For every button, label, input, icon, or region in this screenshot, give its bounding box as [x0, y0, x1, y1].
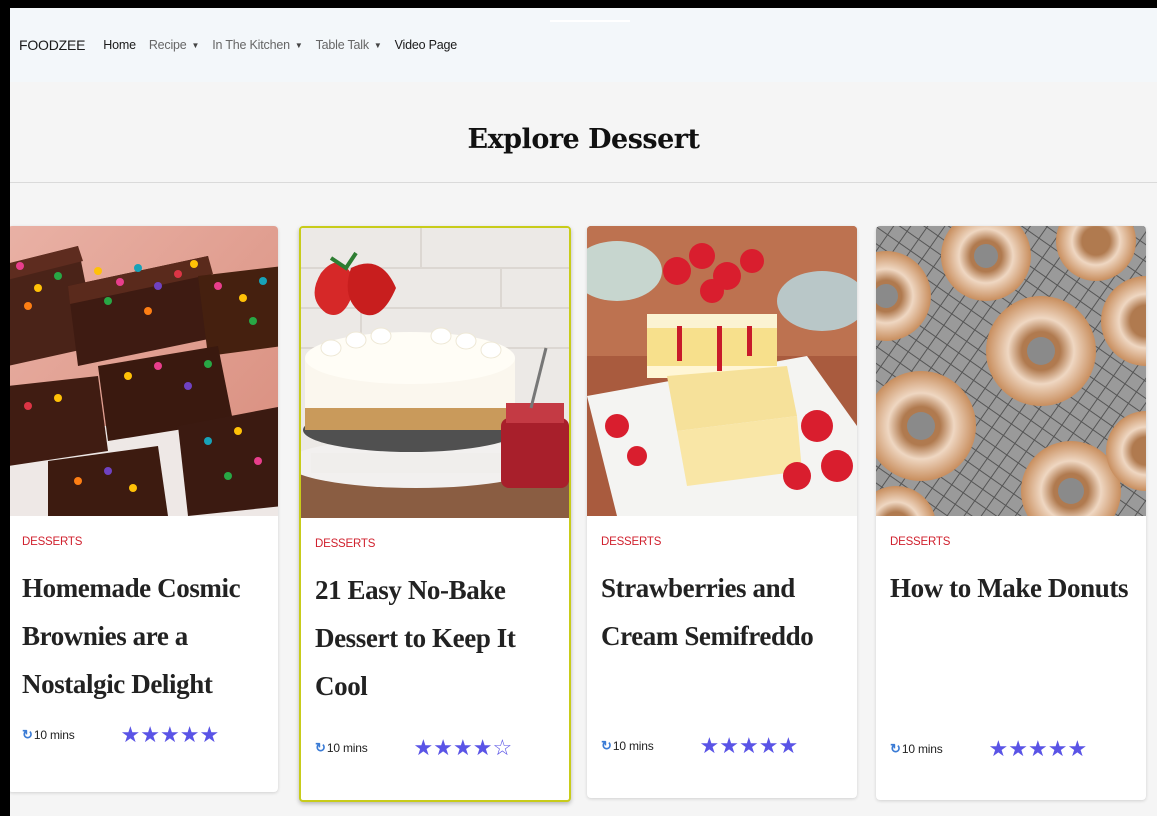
main-nav: Home Recipe ▼ In The Kitchen ▼ Table Talk ▼… [103, 38, 470, 52]
nav-home-label: Home [103, 38, 136, 52]
nav-table-talk[interactable]: Table Talk ▼ [316, 38, 382, 52]
cheesecake-photo [301, 228, 569, 518]
star-icon: ★ [1047, 736, 1068, 761]
recipe-card-donuts[interactable]: DESSERTS How to Make Donuts ↻ 10 mins ★ ★… [876, 226, 1146, 800]
star-icon: ★ [988, 736, 1009, 761]
page-title: Explore Dessert [467, 124, 701, 155]
star-icon: ★ [413, 735, 434, 760]
recipe-image-brownies[interactable] [10, 226, 278, 516]
card-category[interactable]: DESSERTS [22, 536, 82, 548]
brand-logo[interactable]: FOODZEE [19, 37, 85, 53]
rating-stars: ★ ★ ★ ★ ★ [700, 735, 799, 757]
nav-in-the-kitchen[interactable]: In The Kitchen ▼ [212, 38, 302, 52]
cook-time: 10 mins [326, 741, 368, 755]
card-title[interactable]: 21 Easy No-Bake Dessert to Keep It Cool [315, 566, 565, 710]
top-navbar: FOODZEE Home Recipe ▼ In The Kitchen ▼ Tab… [10, 8, 1157, 82]
recipe-card-brownies[interactable]: DESSERTS Homemade Cosmic Brownies are a … [10, 226, 278, 792]
star-icon: ★ [433, 735, 453, 760]
caret-down-icon: ▼ [294, 40, 303, 50]
caret-down-icon: ▼ [373, 40, 382, 50]
nav-home[interactable]: Home [103, 38, 136, 52]
clock-icon: ↻ [22, 727, 33, 742]
card-category[interactable]: DESSERTS [315, 538, 375, 550]
cook-time: 10 mins [612, 739, 654, 753]
cook-time: 10 mins [901, 742, 943, 756]
card-meta: ↻ 10 mins ★ ★ ★ ★ ☆ [315, 733, 565, 763]
recipe-image-donuts[interactable] [876, 226, 1146, 516]
star-icon: ★ [199, 722, 220, 747]
donuts-photo [876, 226, 1146, 516]
star-outline-icon: ☆ [492, 735, 513, 760]
rating-stars: ★ ★ ★ ★ ★ [121, 724, 220, 746]
star-icon: ★ [1028, 736, 1048, 761]
recipe-image-semifreddo[interactable] [587, 226, 857, 516]
star-icon: ★ [739, 733, 759, 758]
clock-icon: ↻ [315, 740, 326, 755]
recipe-card-semifreddo[interactable]: DESSERTS Strawberries and Cream Semifred… [587, 226, 857, 798]
card-category[interactable]: DESSERTS [601, 536, 661, 548]
star-icon: ★ [160, 722, 180, 747]
card-title[interactable]: Homemade Cosmic Brownies are a Nostalgic… [22, 564, 272, 708]
cook-time: 10 mins [33, 728, 75, 742]
scroll-indicator [550, 20, 630, 22]
card-title[interactable]: How to Make Donuts [890, 564, 1140, 612]
browser-viewport: FOODZEE Home Recipe ▼ In The Kitchen ▼ Tab… [10, 8, 1157, 816]
star-icon: ★ [758, 733, 779, 758]
card-title[interactable]: Strawberries and Cream Semifreddo [601, 564, 851, 660]
rating-stars: ★ ★ ★ ★ ☆ [414, 737, 513, 759]
nav-table-talk-label: Table Talk [315, 38, 370, 52]
star-icon: ★ [1067, 736, 1088, 761]
star-icon: ★ [179, 722, 200, 747]
rating-stars: ★ ★ ★ ★ ★ [989, 738, 1088, 760]
recipe-image-cheesecake[interactable] [301, 228, 569, 518]
star-icon: ★ [140, 722, 160, 747]
card-meta: ↻ 10 mins ★ ★ ★ ★ ★ [601, 731, 851, 761]
recipe-card-no-bake[interactable]: DESSERTS 21 Easy No-Bake Dessert to Keep… [299, 226, 571, 802]
nav-recipe-label: Recipe [148, 38, 187, 52]
star-icon: ★ [1008, 736, 1028, 761]
nav-in-the-kitchen-label: In The Kitchen [212, 38, 290, 52]
nav-video-page[interactable]: Video Page [394, 38, 458, 52]
nav-video-page-label: Video Page [394, 38, 458, 52]
semifreddo-photo [587, 226, 857, 516]
page-header: Explore Dessert [10, 82, 1157, 183]
brownies-photo [10, 226, 278, 516]
star-icon: ★ [453, 735, 473, 760]
star-icon: ★ [472, 735, 493, 760]
star-icon: ★ [778, 733, 799, 758]
star-icon: ★ [719, 733, 739, 758]
star-icon: ★ [699, 733, 720, 758]
card-meta: ↻ 10 mins ★ ★ ★ ★ ★ [890, 734, 1140, 764]
card-meta: ↻ 10 mins ★ ★ ★ ★ ★ [22, 720, 272, 750]
nav-recipe[interactable]: Recipe ▼ [148, 38, 200, 52]
star-icon: ★ [120, 722, 141, 747]
clock-icon: ↻ [601, 738, 612, 753]
card-category[interactable]: DESSERTS [890, 536, 950, 548]
caret-down-icon: ▼ [191, 40, 200, 50]
clock-icon: ↻ [890, 741, 901, 756]
